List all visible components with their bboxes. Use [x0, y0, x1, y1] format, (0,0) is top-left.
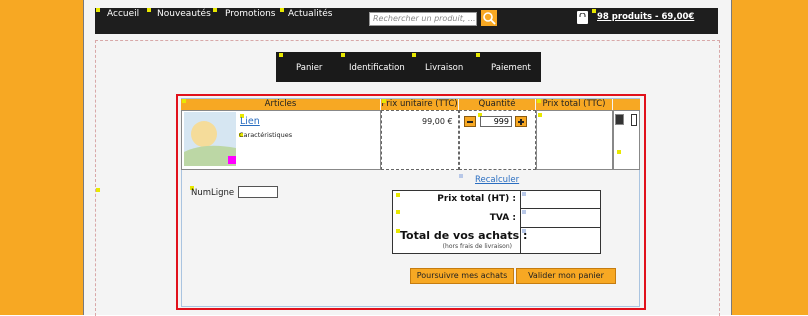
edit-marker [96, 188, 100, 192]
num-ligne-input[interactable] [238, 186, 278, 198]
edit-marker [592, 9, 596, 13]
delete-item-icon[interactable] [615, 114, 624, 125]
step-identification[interactable]: Identification [349, 63, 405, 73]
nav-actualites[interactable]: Actualités [288, 9, 332, 19]
edit-marker [147, 8, 151, 12]
nav-promotions[interactable]: Promotions [225, 9, 275, 19]
cart-summary-link[interactable]: 98 produits - 69,00€ [597, 12, 694, 22]
edit-marker [182, 99, 186, 103]
tva-label: TVA : [489, 213, 516, 223]
cart-bag-icon[interactable] [577, 11, 588, 24]
search-input[interactable]: Rechercher un produit, ... [369, 12, 477, 26]
product-thumbnail[interactable] [184, 112, 236, 166]
nav-nouveautes[interactable]: Nouveautés [157, 9, 211, 19]
edit-marker [617, 150, 621, 154]
step-paiement[interactable]: Paiement [491, 63, 531, 73]
increase-quantity-button[interactable] [515, 116, 527, 127]
unit-price-value: 99,00 € [422, 117, 453, 126]
col-header-articles: Articles [181, 99, 380, 110]
right-margin-panel [731, 0, 808, 315]
edit-marker [279, 53, 283, 57]
step-livraison[interactable]: Livraison [425, 63, 463, 73]
edit-marker [537, 99, 541, 103]
edit-marker [459, 174, 463, 178]
minus-icon [467, 121, 473, 123]
col-header-unit-price: Prix unitaire (TTC) [381, 99, 458, 110]
total-note: (hors frais de livraison) [442, 243, 512, 250]
total-ht-label: Prix total (HT) : [437, 194, 516, 204]
product-characteristics: Caractéristiques [239, 131, 293, 139]
quantity-input[interactable]: 999 [480, 116, 512, 127]
decrease-quantity-button[interactable] [464, 116, 476, 127]
search-button[interactable] [481, 10, 497, 26]
edit-marker [476, 53, 480, 57]
edit-marker [382, 99, 386, 103]
select-item-checkbox[interactable] [631, 114, 637, 126]
total-price-cell [536, 110, 613, 170]
col-header-actions [613, 99, 640, 110]
continue-shopping-button[interactable]: Poursuivre mes achats [410, 268, 514, 284]
col-header-total-price: Prix total (TTC) [536, 99, 612, 110]
search-icon [483, 12, 496, 25]
num-ligne-label: NumLigne [191, 188, 235, 198]
nav-accueil[interactable]: Accueil [107, 9, 139, 19]
edit-marker [538, 113, 542, 117]
edit-marker [341, 53, 345, 57]
validate-cart-button[interactable]: Valider mon panier [516, 268, 616, 284]
product-link[interactable]: Lien [240, 116, 260, 127]
edit-marker [213, 8, 217, 12]
edit-marker [96, 8, 100, 12]
left-margin-panel [0, 0, 83, 315]
edit-marker [280, 8, 284, 12]
step-panier[interactable]: Panier [296, 63, 322, 73]
col-header-quantity: Quantité [459, 99, 535, 110]
recalculate-link[interactable]: Recalculer [475, 175, 519, 185]
right-divider [731, 0, 732, 315]
edit-marker [412, 53, 416, 57]
total-achats-label: Total de vos achats : [400, 229, 528, 242]
